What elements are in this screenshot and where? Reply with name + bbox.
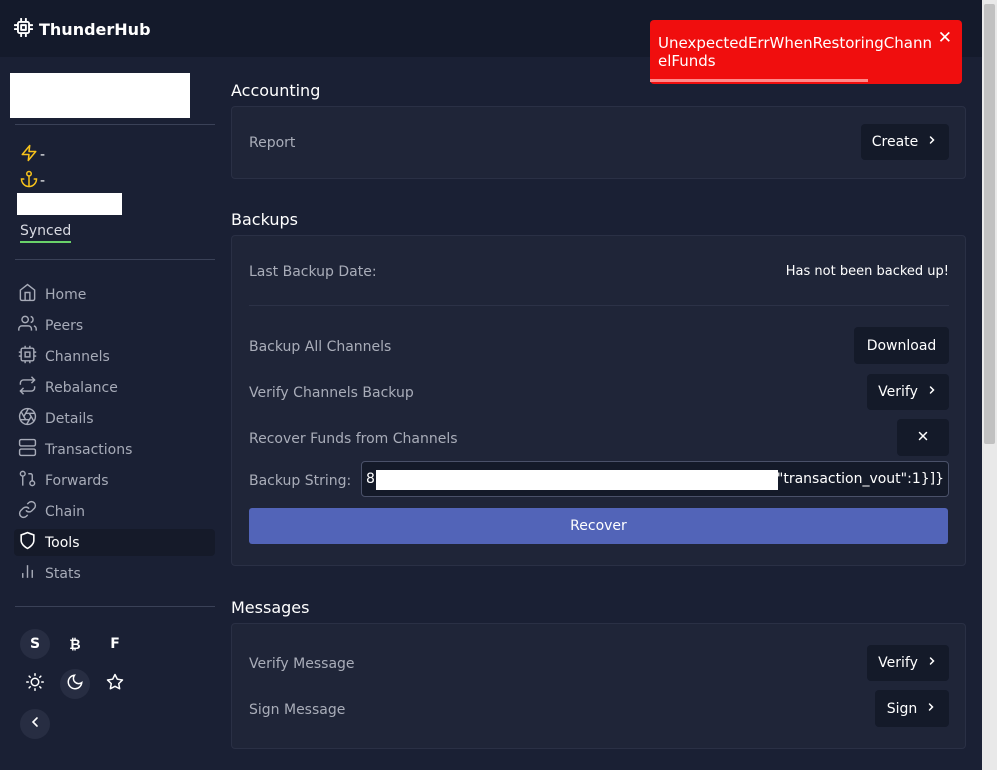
app-name: ThunderHub	[39, 20, 151, 39]
backups-title: Backups	[231, 210, 298, 229]
repeat-icon	[18, 376, 37, 399]
verify-backup-label: Verify Channels Backup	[249, 385, 414, 401]
lightning-balance: -	[20, 144, 45, 166]
recover-funds-label: Recover Funds from Channels	[249, 431, 458, 447]
collapse-sidebar-button[interactable]	[20, 709, 50, 739]
chevron-right-icon	[926, 655, 938, 671]
close-recover-button[interactable]	[897, 419, 949, 456]
backup-string-input[interactable]: 8 6","transaction_vout":1}]}	[361, 461, 949, 497]
divider	[249, 305, 949, 306]
brand[interactable]: ThunderHub	[13, 17, 151, 41]
sun-icon	[26, 673, 44, 695]
chevron-right-icon	[925, 701, 937, 717]
sidebar-item-tools[interactable]: Tools	[14, 529, 215, 556]
chain-balance: -	[20, 170, 45, 192]
redacted-backup-string	[376, 470, 778, 490]
sign-message-label: Sign Message	[249, 702, 346, 718]
sidebar-item-forwards[interactable]: Forwards	[14, 467, 215, 494]
close-icon	[916, 429, 930, 447]
sidebar-item-stats[interactable]: Stats	[14, 560, 215, 587]
download-backup-button[interactable]: Download	[854, 327, 949, 364]
node-info-redacted	[10, 73, 190, 118]
link-icon	[18, 500, 37, 523]
night-theme-button[interactable]	[100, 669, 130, 699]
create-report-button[interactable]: Create	[861, 124, 949, 160]
moon-icon	[66, 673, 84, 695]
toast-message: UnexpectedErrWhenRestoringChannelFunds	[658, 34, 932, 70]
sidebar-item-details[interactable]: Details	[14, 405, 215, 432]
sidebar-item-channels[interactable]: Channels	[14, 343, 215, 370]
recover-button[interactable]: Recover	[249, 508, 948, 544]
messages-title: Messages	[231, 598, 310, 617]
error-toast[interactable]: UnexpectedErrWhenRestoringChannelFunds ✕	[650, 20, 962, 84]
messages-card: Verify Message Verify Sign Message Sign	[231, 623, 966, 749]
users-icon	[18, 314, 37, 337]
chevron-right-icon	[926, 384, 938, 400]
verify-backup-button[interactable]: Verify	[867, 374, 949, 410]
chevron-right-icon	[926, 134, 938, 150]
light-theme-button[interactable]	[20, 669, 50, 699]
backup-all-label: Backup All Channels	[249, 339, 392, 355]
git-pull-request-icon	[18, 469, 37, 492]
currency-btc-button[interactable]: ₿	[60, 629, 90, 659]
star-icon	[106, 673, 124, 695]
sidebar-item-chain[interactable]: Chain	[14, 498, 215, 525]
verify-message-label: Verify Message	[249, 656, 355, 672]
server-icon	[18, 438, 37, 461]
backup-string-label: Backup String:	[249, 473, 352, 489]
toast-progress-bar	[650, 79, 869, 82]
dark-theme-button[interactable]	[60, 669, 90, 699]
cpu-icon	[18, 345, 37, 368]
shield-icon	[18, 531, 37, 554]
node-alias-redacted	[17, 193, 122, 215]
sidebar-item-rebalance[interactable]: Rebalance	[14, 374, 215, 401]
divider	[15, 606, 215, 607]
sidebar-item-home[interactable]: Home	[14, 281, 215, 308]
verify-message-button[interactable]: Verify	[867, 645, 949, 681]
report-label: Report	[249, 135, 296, 151]
currency-sats-button[interactable]: S	[20, 629, 50, 659]
divider	[15, 124, 215, 125]
accounting-title: Accounting	[231, 81, 321, 100]
anchor-icon	[20, 170, 38, 192]
home-icon	[18, 283, 37, 306]
sidebar-item-transactions[interactable]: Transactions	[14, 436, 215, 463]
zap-icon	[20, 144, 38, 166]
sign-message-button[interactable]: Sign	[875, 690, 949, 727]
last-backup-label: Last Backup Date:	[249, 264, 377, 280]
accounting-card: Report Create	[231, 106, 966, 179]
aperture-icon	[18, 407, 37, 430]
cpu-icon	[13, 17, 34, 41]
backups-card: Last Backup Date: Has not been backed up…	[231, 235, 966, 566]
bar-chart-icon	[18, 562, 37, 585]
scrollbar-thumb[interactable]	[984, 4, 995, 444]
currency-fiat-button[interactable]: F	[100, 629, 130, 659]
sidebar-item-peers[interactable]: Peers	[14, 312, 215, 339]
sidebar: - - Synced Home Peers Channels Rebalance…	[0, 57, 225, 770]
close-icon[interactable]: ✕	[938, 28, 952, 48]
chevron-left-icon	[27, 714, 43, 734]
divider	[15, 259, 215, 260]
scrollbar[interactable]	[982, 0, 997, 770]
last-backup-value: Has not been backed up!	[785, 264, 949, 279]
sidebar-nav: Home Peers Channels Rebalance Details Tr…	[14, 281, 215, 591]
sync-status: Synced	[20, 223, 72, 243]
